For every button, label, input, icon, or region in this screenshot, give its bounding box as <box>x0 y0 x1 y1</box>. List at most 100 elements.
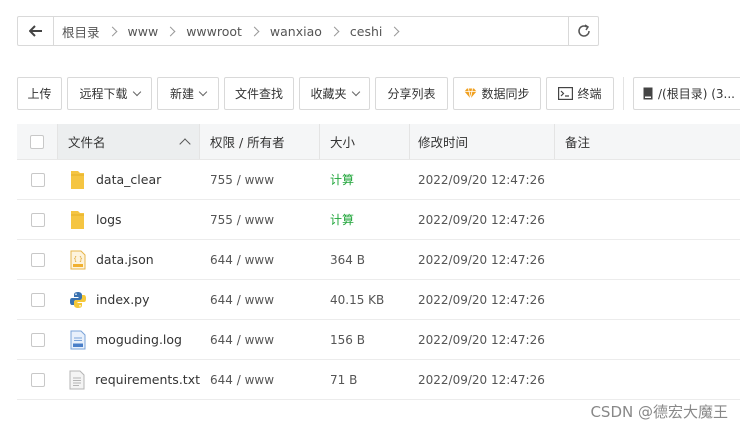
row-checkbox[interactable] <box>30 252 45 267</box>
permission-cell: 644 / www <box>200 240 320 279</box>
column-header-name[interactable]: 文件名 <box>58 124 200 159</box>
breadcrumb-ceshi[interactable]: ceshi <box>350 17 410 45</box>
permission-text[interactable]: 644 / www <box>210 373 274 387</box>
table-row[interactable]: data_clear 755 / www 计算 2022/09/20 12:47… <box>17 160 740 200</box>
file-name-link[interactable]: index.py <box>96 292 150 307</box>
toolbar-divider <box>623 77 624 110</box>
name-cell: logs <box>58 200 200 239</box>
data-sync-label: 数据同步 <box>481 87 530 101</box>
table-row[interactable]: index.py 644 / www 40.15 KB 2022/09/20 1… <box>17 280 740 320</box>
breadcrumb-label: www <box>127 23 159 39</box>
upload-label: 上传 <box>27 87 52 101</box>
permission-text[interactable]: 644 / www <box>210 253 274 267</box>
refresh-button[interactable] <box>568 17 598 45</box>
breadcrumb-label: ceshi <box>349 23 383 39</box>
size-cell: 计算 <box>320 200 410 239</box>
calculate-size-link[interactable]: 计算 <box>330 171 354 188</box>
back-button[interactable] <box>18 17 54 45</box>
table-row[interactable]: { } data.json 644 / www 364 B 2022/09/20… <box>17 240 740 280</box>
modified-time-text: 2022/09/20 12:47:26 <box>418 332 545 347</box>
modified-time-text: 2022/09/20 12:47:26 <box>418 292 545 307</box>
name-cell: requirements.txt <box>58 360 200 399</box>
column-header-label: 备注 <box>565 135 591 150</box>
file-search-button[interactable]: 文件查找 <box>224 77 294 110</box>
row-checkbox[interactable] <box>30 372 45 387</box>
watermark: CSDN @德宏大魔王 <box>590 403 728 421</box>
table-row[interactable]: moguding.log 644 / www 156 B 2022/09/20 … <box>17 320 740 360</box>
row-check-cell <box>17 240 58 279</box>
file-name-link[interactable]: data_clear <box>96 172 161 187</box>
table-row[interactable]: logs 755 / www 计算 2022/09/20 12:47:26 <box>17 200 740 240</box>
name-cell: index.py <box>58 280 200 319</box>
row-check-cell <box>17 160 58 199</box>
permission-text[interactable]: 644 / www <box>210 333 274 347</box>
table-row[interactable]: requirements.txt 644 / www 71 B 2022/09/… <box>17 360 740 400</box>
row-check-cell <box>17 200 58 239</box>
file-name-link[interactable]: moguding.log <box>96 332 182 347</box>
new-button[interactable]: 新建 <box>157 77 219 110</box>
column-header-modified[interactable]: 修改时间 <box>410 124 555 159</box>
disk-selector-button[interactable]: /(根目录) (3... <box>633 77 740 110</box>
breadcrumb-wwwroot[interactable]: wwwroot <box>186 17 270 45</box>
note-cell <box>555 160 740 199</box>
name-cell: moguding.log <box>58 320 200 359</box>
column-header-size[interactable]: 大小 <box>320 124 410 159</box>
chevron-down-icon <box>132 87 141 97</box>
breadcrumb-root[interactable]: 根目录 <box>62 17 128 45</box>
calculate-size-link[interactable]: 计算 <box>330 211 354 228</box>
size-cell: 计算 <box>320 160 410 199</box>
json-file-icon: { } <box>68 249 87 271</box>
note-cell <box>555 360 740 399</box>
terminal-icon <box>558 87 574 100</box>
data-sync-button[interactable]: 数据同步 <box>453 77 541 110</box>
file-name-link[interactable]: logs <box>96 212 122 227</box>
breadcrumb-label: wwwroot <box>186 23 242 39</box>
permission-cell: 755 / www <box>200 200 320 239</box>
svg-text:{ }: { } <box>73 256 83 263</box>
new-label: 新建 <box>169 87 194 101</box>
row-checkbox[interactable] <box>30 332 45 347</box>
modified-cell: 2022/09/20 12:47:26 <box>410 280 555 319</box>
remote-download-label: 远程下载 <box>79 87 128 101</box>
row-check-cell <box>17 360 58 399</box>
note-cell <box>555 320 740 359</box>
folder-icon <box>68 209 87 231</box>
row-checkbox[interactable] <box>30 292 45 307</box>
column-header-permission[interactable]: 权限 / 所有者 <box>200 124 320 159</box>
permission-text[interactable]: 755 / www <box>210 213 274 227</box>
favorites-label: 收藏夹 <box>310 87 347 101</box>
modified-cell: 2022/09/20 12:47:26 <box>410 160 555 199</box>
chevron-right-icon <box>329 26 340 36</box>
size-cell: 156 B <box>320 320 410 359</box>
modified-time-text: 2022/09/20 12:47:26 <box>418 252 545 267</box>
upload-button[interactable]: 上传 <box>17 77 62 110</box>
permission-text[interactable]: 755 / www <box>210 173 274 187</box>
row-check-cell <box>17 320 58 359</box>
file-name-link[interactable]: requirements.txt <box>95 372 200 387</box>
select-all-checkbox[interactable] <box>30 134 44 149</box>
file-size-text: 40.15 KB <box>330 292 385 307</box>
modified-time-text: 2022/09/20 12:47:26 <box>418 372 545 387</box>
select-all-cell <box>17 124 58 159</box>
modified-cell: 2022/09/20 12:47:26 <box>410 360 555 399</box>
column-header-label: 权限 / 所有者 <box>210 135 285 150</box>
file-name-link[interactable]: data.json <box>96 252 154 267</box>
share-list-button[interactable]: 分享列表 <box>375 77 448 110</box>
remote-download-button[interactable]: 远程下载 <box>67 77 152 110</box>
favorites-button[interactable]: 收藏夹 <box>299 77 370 110</box>
row-checkbox[interactable] <box>30 212 45 227</box>
chevron-down-icon <box>198 87 208 97</box>
breadcrumb-wanxiao[interactable]: wanxiao <box>270 17 350 45</box>
breadcrumb-www[interactable]: www <box>128 17 187 45</box>
refresh-icon <box>577 24 590 37</box>
folder-icon <box>68 169 87 191</box>
sort-ascending-icon <box>179 137 191 150</box>
permission-cell: 644 / www <box>200 320 320 359</box>
arrow-left-icon <box>28 25 42 37</box>
permission-cell: 755 / www <box>200 160 320 199</box>
chevron-right-icon <box>389 26 400 36</box>
row-checkbox[interactable] <box>30 172 45 187</box>
breadcrumb-label: wanxiao <box>269 23 322 39</box>
permission-text[interactable]: 644 / www <box>210 293 274 307</box>
terminal-button[interactable]: 终端 <box>546 77 614 110</box>
